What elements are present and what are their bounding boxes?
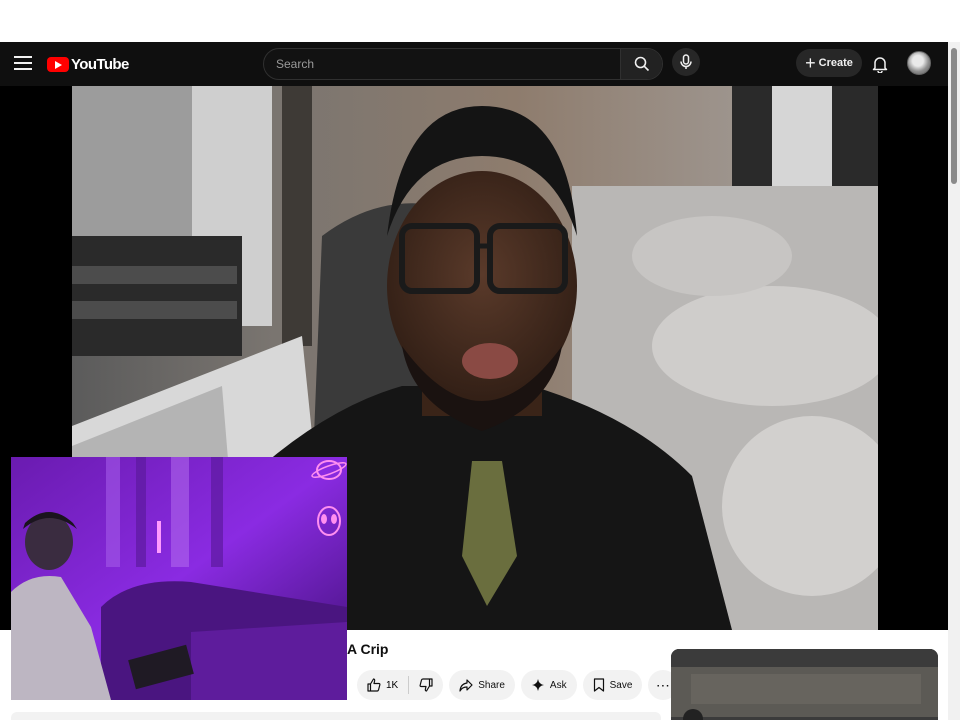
share-label: Share [478, 679, 505, 691]
microphone-icon [680, 54, 692, 69]
bell-icon [872, 57, 888, 73]
search-box [263, 48, 663, 80]
ask-button[interactable]: Ask [520, 670, 577, 700]
create-label: Create [818, 57, 853, 69]
search-button[interactable] [620, 49, 662, 79]
logo-text: YouTube [71, 55, 129, 73]
page: YouTube + Create [0, 0, 960, 720]
bookmark-icon [593, 678, 604, 692]
description-box-edge [11, 712, 661, 720]
masthead: YouTube + Create [0, 42, 948, 86]
webcam-image [11, 457, 347, 700]
save-label: Save [609, 679, 633, 691]
sparkle-icon [531, 679, 544, 691]
like-dislike-group: 1K [357, 670, 444, 700]
save-button[interactable]: Save [582, 670, 643, 700]
youtube-logo[interactable]: YouTube [47, 54, 129, 74]
search-input[interactable] [264, 49, 622, 79]
thumbs-down-icon [419, 678, 433, 692]
webcam-overlay [11, 457, 347, 700]
like-button[interactable]: 1K [357, 670, 408, 700]
recommended-video-thumbnail[interactable] [671, 649, 938, 720]
ask-label: Ask [549, 679, 567, 691]
thumbs-up-icon [367, 678, 381, 692]
top-blank-band [0, 0, 960, 42]
notifications-button[interactable] [870, 53, 890, 75]
plus-icon: + [805, 53, 816, 73]
video-actions: 1K Share Ask Save ⋯ [357, 670, 679, 700]
voice-search-button[interactable] [672, 48, 700, 76]
video-title: A Crip [347, 641, 389, 657]
search-icon [634, 56, 649, 72]
recommended-thumbnail-image [671, 649, 938, 720]
like-count: 1K [386, 679, 399, 691]
create-button[interactable]: + Create [796, 49, 862, 77]
share-icon [459, 679, 473, 692]
more-icon: ⋯ [655, 676, 671, 693]
dislike-button[interactable] [409, 670, 443, 700]
page-scrollbar-thumb[interactable] [951, 48, 957, 184]
youtube-play-icon [47, 56, 69, 72]
share-button[interactable]: Share [449, 670, 515, 700]
account-avatar[interactable] [907, 51, 931, 75]
menu-icon[interactable] [14, 56, 32, 72]
